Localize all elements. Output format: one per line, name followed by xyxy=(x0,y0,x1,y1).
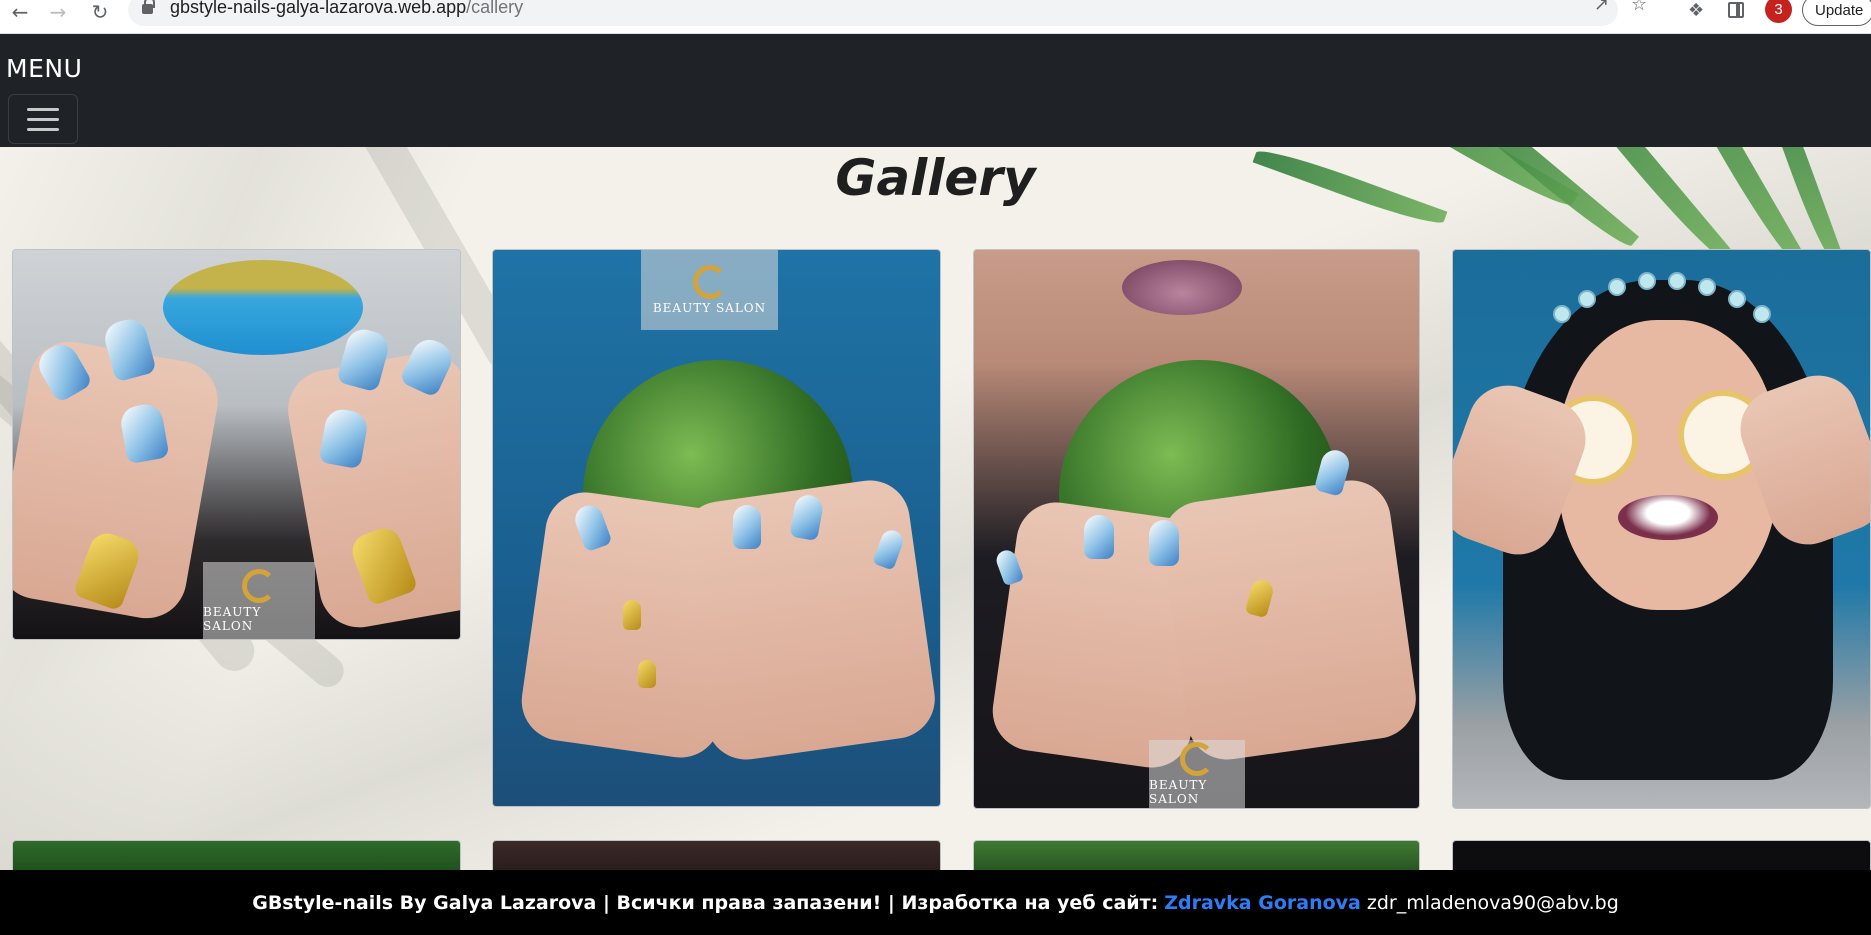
update-button[interactable]: Update xyxy=(1802,0,1871,26)
watermark-text: BEAUTY SALON xyxy=(652,301,767,315)
hamburger-icon-line xyxy=(27,107,59,111)
flower-crown xyxy=(1728,290,1746,308)
url-path: /callery xyxy=(466,0,524,17)
nail xyxy=(733,505,761,549)
gallery-image-3[interactable]: BEAUTY SALON xyxy=(973,249,1420,809)
gallery-image-4[interactable] xyxy=(1452,249,1871,809)
url-text[interactable]: gbstyle-nails-galya-lazarova.web.app/cal… xyxy=(170,0,523,18)
share-icon[interactable]: ↗ xyxy=(1594,0,1609,15)
nail xyxy=(1149,520,1179,566)
flower-crown xyxy=(1698,278,1716,296)
blue-lips xyxy=(163,260,363,355)
profile-avatar[interactable]: 3 xyxy=(1765,0,1792,23)
page-title: Gallery xyxy=(835,149,1036,207)
hand-right xyxy=(1157,475,1419,765)
flower-crown xyxy=(1553,305,1571,323)
footer-email: zdr_mladenova90@abv.bg xyxy=(1366,891,1619,914)
flower-crown xyxy=(1753,305,1771,323)
lock-icon[interactable] xyxy=(142,0,155,14)
menu-label: MENU xyxy=(6,54,83,83)
plum-lips xyxy=(1122,260,1242,315)
gstyle-logo-icon xyxy=(1180,742,1214,776)
reload-icon[interactable]: ↻ xyxy=(86,0,114,24)
url-host: gbstyle-nails-galya-lazarova.web.app xyxy=(170,0,467,17)
address-bar[interactable]: gbstyle-nails-galya-lazarova.web.app/cal… xyxy=(128,0,1647,26)
gallery-image-7[interactable] xyxy=(973,840,1420,870)
star-icon[interactable]: ☆ xyxy=(1631,0,1647,15)
side-panel-icon[interactable] xyxy=(1728,2,1744,18)
gstyle-logo-icon xyxy=(692,265,727,299)
gallery-image-5[interactable] xyxy=(12,840,461,870)
gallery-image-2[interactable]: BEAUTY SALON xyxy=(492,249,941,807)
beauty-salon-watermark: BEAUTY SALON xyxy=(203,562,315,639)
gallery-image-8[interactable] xyxy=(1452,840,1871,870)
forward-arrow-icon[interactable]: → xyxy=(44,0,72,24)
nail xyxy=(1084,515,1114,559)
hamburger-icon-line xyxy=(27,127,59,131)
flower-crown xyxy=(1608,278,1626,296)
gallery-section: Gallery BEAUTY SALON BEAUTY SALON BEAUTY… xyxy=(0,147,1871,870)
watermark-text: BEAUTY SALON xyxy=(203,604,262,633)
navbar-toggler-button[interactable] xyxy=(8,94,78,144)
footer-author-link[interactable]: Zdravka Goranova xyxy=(1164,892,1361,914)
browser-toolbar: ← → ↻ gbstyle-nails-galya-lazarova.web.a… xyxy=(0,0,1871,34)
footer-copyright-text: GBstyle-nails By Galya Lazarova | Всички… xyxy=(252,891,1159,914)
nail xyxy=(623,600,641,630)
puzzle-extension-icon[interactable]: ❖ xyxy=(1688,0,1704,21)
gallery-image-1[interactable]: BEAUTY SALON xyxy=(12,249,461,640)
flower-crown xyxy=(1578,290,1596,308)
site-navbar: MENU xyxy=(0,34,1871,147)
gallery-image-6[interactable] xyxy=(492,840,941,870)
hamburger-icon-line xyxy=(27,117,59,121)
gstyle-logo-icon xyxy=(242,568,276,603)
nail xyxy=(638,660,656,688)
flower-crown xyxy=(1668,272,1686,290)
back-arrow-icon[interactable]: ← xyxy=(6,0,34,24)
beauty-salon-watermark: BEAUTY SALON xyxy=(1149,740,1245,808)
smile xyxy=(1618,495,1718,540)
flower-crown xyxy=(1638,272,1656,290)
watermark-text: BEAUTY SALON xyxy=(1149,778,1208,806)
beauty-salon-watermark: BEAUTY SALON xyxy=(641,250,778,330)
site-footer: GBstyle-nails By Galya Lazarova | Всички… xyxy=(0,870,1871,935)
